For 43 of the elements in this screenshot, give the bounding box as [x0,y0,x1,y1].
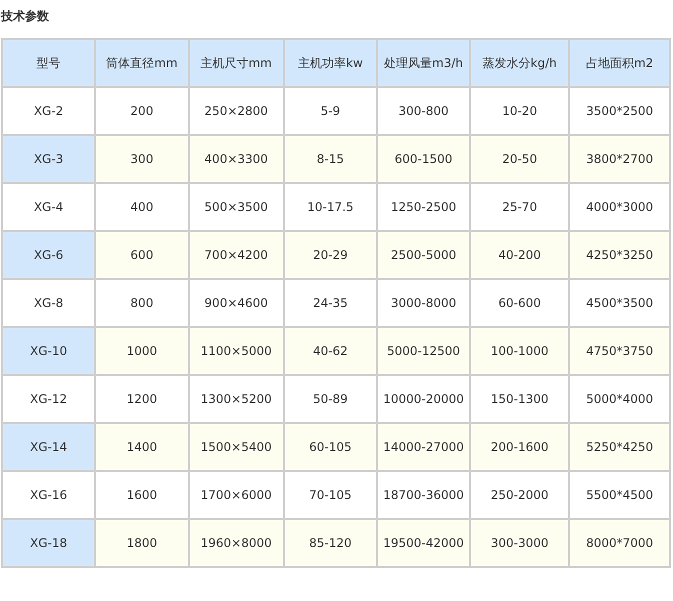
header-cell: 占地面积m2 [569,39,670,87]
table-cell: 40-62 [284,327,378,375]
table-cell: 1000 [95,327,189,375]
table-cell: 3800*2700 [569,135,670,183]
table-cell: XG-10 [2,327,96,375]
table-cell: 1500×5400 [188,423,284,471]
table-cell: 1960×8000 [188,519,284,567]
table-cell: XG-14 [2,423,96,471]
table-cell: 400×3300 [188,135,284,183]
table-cell: 100-1000 [470,327,570,375]
table-cell: 20-50 [470,135,570,183]
table-cell: XG-3 [2,135,96,183]
header-cell: 主机尺寸mm [188,39,284,87]
table-cell: 4250*3250 [569,231,670,279]
table-cell: XG-18 [2,519,96,567]
table-cell: 1100×5000 [188,327,284,375]
header-cell: 筒体直径mm [95,39,189,87]
table-cell: 4750*3750 [569,327,670,375]
table-cell: 60-105 [284,423,378,471]
table-cell: 200-1600 [470,423,570,471]
table-cell: 1400 [95,423,189,471]
table-cell: XG-6 [2,231,96,279]
table-cell: 300-3000 [470,519,570,567]
table-cell: 8-15 [284,135,378,183]
section-title: 技术参数 [1,8,50,25]
table-cell: 1800 [95,519,189,567]
table-cell: 14000-27000 [377,423,470,471]
table-cell: 2500-5000 [377,231,470,279]
table-cell: 8000*7000 [569,519,670,567]
header-cell: 型号 [2,39,96,87]
table-cell: 20-29 [284,231,378,279]
table-cell: 5000-12500 [377,327,470,375]
table-cell: 85-120 [284,519,378,567]
table-cell: 300 [95,135,189,183]
table-cell: 600-1500 [377,135,470,183]
table-cell: 600 [95,231,189,279]
header-cell: 蒸发水分kg/h [470,39,570,87]
table-cell: 5250*4250 [569,423,670,471]
table-cell: 40-200 [470,231,570,279]
table-cell: 700×4200 [188,231,284,279]
header-cell: 处理风量m3/h [377,39,470,87]
table-cell: 19500-42000 [377,519,470,567]
header-cell: 主机功率kw [284,39,378,87]
